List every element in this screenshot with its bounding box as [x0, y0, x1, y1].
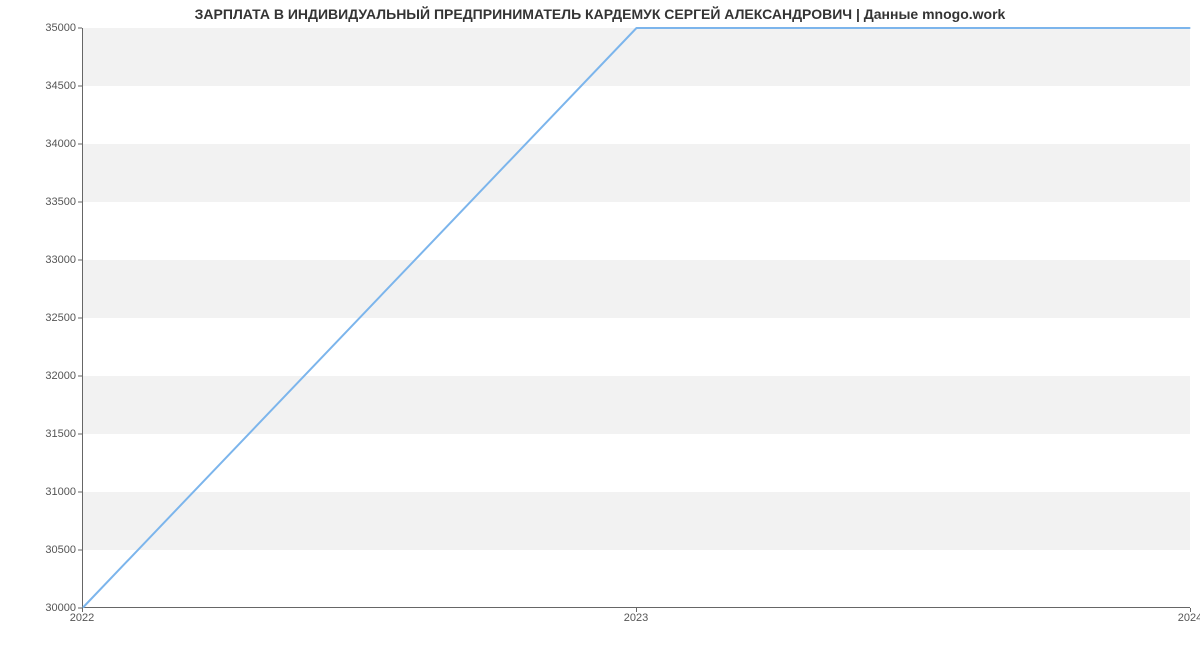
y-tick-mark [78, 376, 82, 377]
y-tick-mark [78, 434, 82, 435]
chart-container: ЗАРПЛАТА В ИНДИВИДУАЛЬНЫЙ ПРЕДПРИНИМАТЕЛ… [0, 0, 1200, 650]
y-tick-label: 33000 [16, 254, 76, 266]
y-tick-label: 34000 [16, 138, 76, 150]
x-tick-label: 2024 [1178, 612, 1200, 624]
y-tick-label: 34500 [16, 80, 76, 92]
x-tick-mark [82, 608, 83, 612]
plot-area [82, 28, 1190, 608]
y-tick-mark [78, 202, 82, 203]
y-tick-mark [78, 318, 82, 319]
x-tick-label: 2023 [624, 612, 648, 624]
y-tick-mark [78, 28, 82, 29]
x-tick-mark [1190, 608, 1191, 612]
y-tick-label: 31000 [16, 486, 76, 498]
y-tick-label: 33500 [16, 196, 76, 208]
y-tick-mark [78, 260, 82, 261]
y-tick-mark [78, 86, 82, 87]
y-tick-label: 32500 [16, 312, 76, 324]
y-tick-label: 31500 [16, 428, 76, 440]
chart-title: ЗАРПЛАТА В ИНДИВИДУАЛЬНЫЙ ПРЕДПРИНИМАТЕЛ… [0, 6, 1200, 22]
y-tick-label: 32000 [16, 370, 76, 382]
x-tick-label: 2022 [70, 612, 94, 624]
y-tick-mark [78, 492, 82, 493]
y-tick-label: 30000 [16, 602, 76, 614]
y-tick-label: 30500 [16, 544, 76, 556]
y-tick-label: 35000 [16, 22, 76, 34]
data-line [83, 28, 1189, 607]
line-layer [83, 28, 1190, 607]
y-tick-mark [78, 144, 82, 145]
y-tick-mark [78, 550, 82, 551]
x-tick-mark [636, 608, 637, 612]
